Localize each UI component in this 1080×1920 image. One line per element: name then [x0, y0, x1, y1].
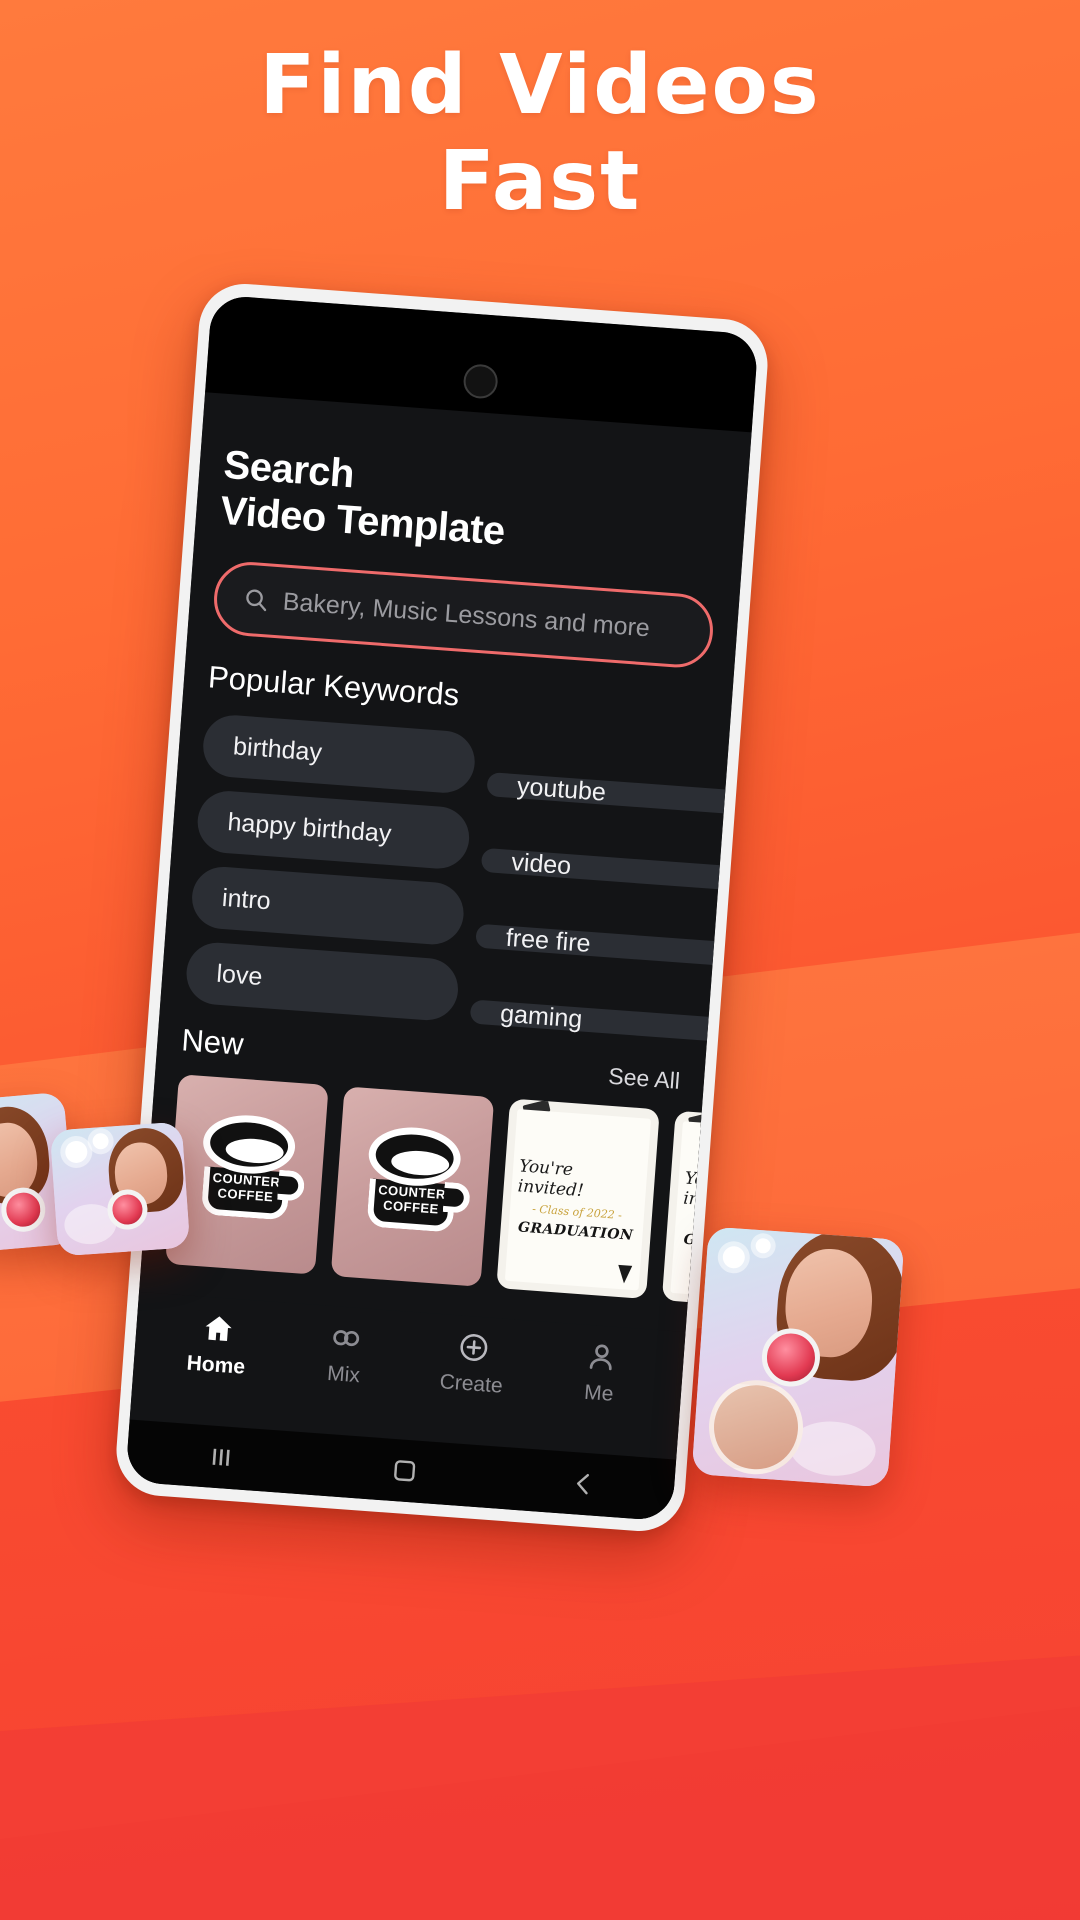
- recents-icon[interactable]: [203, 1446, 238, 1468]
- cup-handle: [442, 1182, 471, 1215]
- phone-mockup: Search Video Template Bakery, Music Less…: [113, 280, 771, 1535]
- phone-body: Search Video Template Bakery, Music Less…: [125, 294, 759, 1522]
- coffee-cup-icon: COUNTER COFFEE: [190, 1112, 306, 1222]
- nav-item-home[interactable]: Home: [151, 1307, 283, 1382]
- nav-label-create: Create: [438, 1370, 504, 1398]
- keyword-chip[interactable]: love: [184, 940, 461, 1023]
- see-all-link[interactable]: See All: [607, 1063, 681, 1095]
- front-camera-icon: [462, 363, 499, 400]
- nav-label-mix: Mix: [326, 1361, 361, 1388]
- search-input[interactable]: Bakery, Music Lessons and more: [211, 559, 716, 670]
- app-screen: Search Video Template Bakery, Music Less…: [125, 392, 752, 1522]
- plus-circle-icon: [460, 1334, 488, 1361]
- nav-label-me: Me: [583, 1380, 615, 1406]
- keyword-chip[interactable]: birthday: [201, 713, 477, 795]
- nav-item-me[interactable]: Me: [534, 1335, 666, 1410]
- screen-scroll-area[interactable]: Search Video Template Bakery, Music Less…: [139, 392, 752, 1332]
- keyword-chip[interactable]: intro: [189, 864, 466, 947]
- keyword-chip-list[interactable]: birthday happy birthday intro love youtu…: [184, 713, 752, 1044]
- nav-item-create[interactable]: Create: [406, 1326, 538, 1401]
- template-carousel[interactable]: COUNTER COFFEE COUNTER COFFEE You're inv…: [165, 1074, 752, 1312]
- headline-line-2: Fast: [438, 134, 642, 229]
- invite-line-2: - Class of 2022 -: [531, 1201, 623, 1222]
- keyword-chip[interactable]: happy birthday: [195, 788, 472, 871]
- search-icon: [246, 589, 267, 612]
- phone-frame: Search Video Template Bakery, Music Less…: [113, 280, 771, 1535]
- template-card[interactable]: You're invited! - Class of 2022 - GRADUA…: [496, 1098, 660, 1299]
- headline-line-1: Find Videos: [259, 38, 821, 133]
- new-heading: New: [180, 1022, 245, 1062]
- mix-infinity-icon: [333, 1330, 360, 1347]
- tie-icon: [616, 1264, 633, 1284]
- invite-card: You're invited! - Class of 2022 - GRADUA…: [504, 1109, 652, 1291]
- keyword-chip[interactable]: video: [480, 848, 752, 892]
- home-icon: [205, 1316, 232, 1342]
- invite-line-3: GRADUATION: [517, 1218, 634, 1244]
- keyword-chip[interactable]: youtube: [486, 772, 752, 816]
- home-square-icon[interactable]: [391, 1457, 419, 1485]
- keyword-chip[interactable]: free fire: [475, 923, 749, 968]
- back-icon[interactable]: [570, 1470, 598, 1498]
- template-card[interactable]: COUNTER COFFEE: [330, 1086, 495, 1287]
- promo-headline: Find Videos Fast: [0, 38, 1080, 230]
- nav-label-home: Home: [185, 1351, 246, 1379]
- search-placeholder: Bakery, Music Lessons and more: [281, 587, 651, 642]
- floating-template-card-right[interactable]: [691, 1226, 905, 1488]
- nav-item-mix[interactable]: Mix: [279, 1316, 411, 1391]
- floating-template-card-left[interactable]: [49, 1121, 191, 1257]
- cup-handle: [277, 1170, 306, 1203]
- person-icon: [589, 1344, 612, 1371]
- coffee-cup-icon: COUNTER COFFEE: [355, 1124, 471, 1234]
- invite-line-1: You're invited!: [517, 1155, 585, 1201]
- keyword-chip[interactable]: gaming: [469, 999, 743, 1044]
